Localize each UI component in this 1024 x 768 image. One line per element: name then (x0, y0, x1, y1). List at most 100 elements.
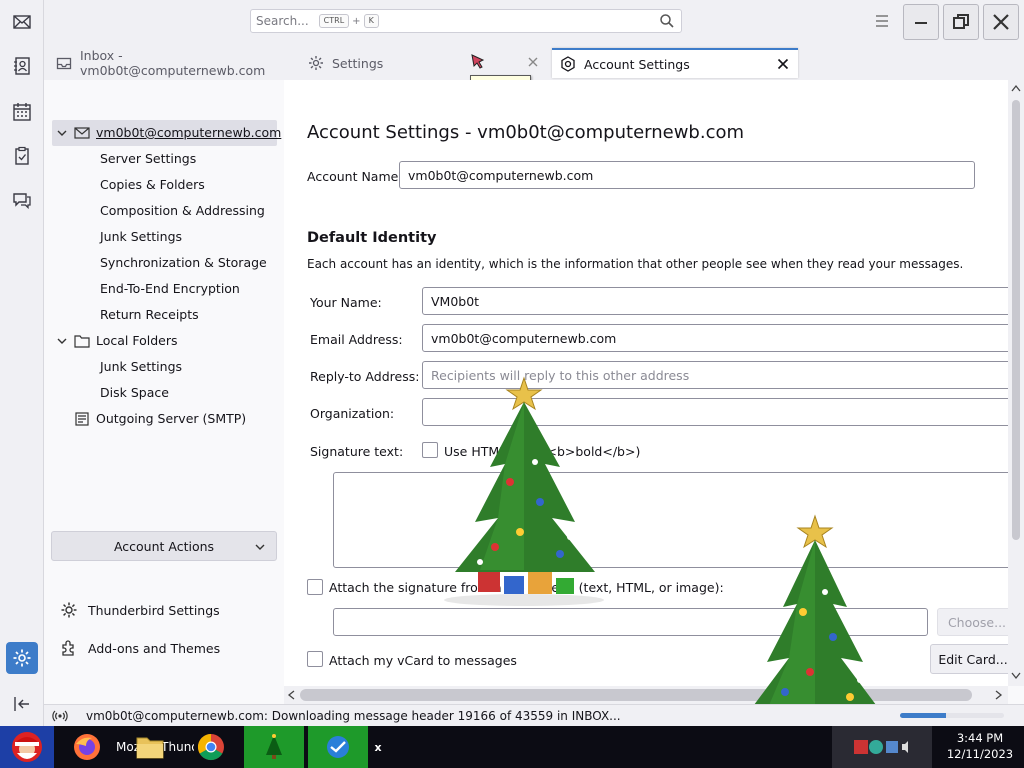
tree-outgoing-server[interactable]: Outgoing Server (SMTP) (96, 407, 246, 431)
mail-app-icon (327, 736, 349, 758)
mail-icon[interactable] (6, 6, 38, 38)
account-name-input[interactable]: vm0b0t@computernewb.com (399, 161, 975, 189)
scroll-right-icon[interactable] (995, 690, 1003, 700)
inbox-icon (56, 55, 72, 71)
default-identity-heading: Default Identity (307, 230, 437, 246)
attach-vcard-checkbox[interactable] (307, 651, 323, 667)
tree-item-disk-space[interactable]: Disk Space (100, 381, 169, 405)
tree-local-folders[interactable]: Local Folders (96, 329, 178, 353)
calendar-icon[interactable] (6, 96, 38, 128)
account-actions-button[interactable]: Account Actions (51, 531, 277, 561)
tray-icons[interactable] (852, 736, 912, 758)
vertical-scroll-thumb[interactable] (1012, 100, 1020, 540)
restore-icon (953, 14, 969, 29)
signature-text-label: Signature text: (310, 444, 404, 459)
close-window-button[interactable] (983, 4, 1019, 40)
firefox-icon (74, 734, 100, 760)
account-name-label: Account Name: (307, 169, 403, 184)
tab-label: Account Settings (584, 56, 690, 72)
choose-button[interactable]: Choose... (937, 608, 1008, 636)
tree-item-return-receipts[interactable]: Return Receipts (100, 303, 199, 327)
email-address-label: Email Address: (310, 332, 403, 347)
shortcut-key-ctrl: CTRL (318, 14, 350, 28)
addons-themes-label: Add-ons and Themes (88, 640, 221, 656)
download-progress-bar (900, 713, 1004, 718)
chrome-taskbar-button[interactable] (192, 726, 230, 768)
chrome-icon (197, 733, 224, 761)
gear-icon (61, 602, 77, 618)
shortcut-key-k: K (363, 14, 379, 28)
page-title: Account Settings - vm0b0t@computernewb.c… (307, 122, 745, 143)
edit-card-button[interactable]: Edit Card... (930, 644, 1008, 674)
attach-signature-checkbox[interactable] (307, 579, 323, 595)
folder-icon (74, 335, 90, 348)
app-menu-icon[interactable] (874, 14, 890, 28)
tree-item-sync-storage[interactable]: Synchronization & Storage (100, 251, 267, 275)
thunderbird-settings-label: Thunderbird Settings (88, 602, 220, 618)
chevron-down-icon (255, 544, 265, 550)
messenger-taskbar-button[interactable] (308, 726, 368, 768)
chat-icon[interactable] (6, 184, 38, 216)
santa-start-icon (12, 732, 42, 762)
tree-item-server-settings[interactable]: Server Settings (100, 147, 196, 171)
tree-item-copies-folders[interactable]: Copies & Folders (100, 173, 205, 197)
shortcut-plus: + (352, 15, 361, 27)
addons-themes-link[interactable]: Add-ons and Themes (60, 637, 220, 659)
tree-item-composition[interactable]: Composition & Addressing (100, 199, 265, 223)
your-name-input[interactable]: VM0b0t (422, 287, 1008, 315)
account-actions-label: Account Actions (113, 538, 215, 554)
tab-account-settings[interactable]: Account Settings (552, 48, 798, 78)
pointer-cursor-icon (471, 54, 485, 69)
chevron-down-icon[interactable] (56, 335, 68, 347)
close-mark-text: x (374, 740, 382, 754)
restore-button[interactable] (943, 4, 979, 40)
tree-item-local-junk[interactable]: Junk Settings (100, 355, 182, 379)
clock-time: 3:44 PM (956, 731, 1004, 745)
scroll-left-icon[interactable] (287, 690, 295, 700)
email-address-input[interactable]: vm0b0t@computernewb.com (422, 324, 1008, 352)
organization-label: Organization: (310, 406, 395, 421)
puzzle-icon (62, 640, 74, 656)
outgoing-server-icon (75, 412, 89, 426)
system-tray (832, 726, 932, 768)
start-button[interactable] (0, 726, 54, 768)
mail-account-icon (74, 127, 90, 139)
minimize-button[interactable] (903, 4, 939, 40)
thunderbird-settings-link[interactable]: Thunderbird Settings (60, 599, 220, 621)
title-bar: Search... CTRL + K (44, 0, 1024, 44)
attach-vcard-label: Attach my vCard to messages (329, 653, 517, 668)
tab-label: Settings (332, 55, 384, 71)
scroll-down-icon[interactable] (1011, 672, 1021, 680)
folder-icon (136, 737, 164, 759)
clock-date: 12/11/2023 (946, 747, 1014, 761)
search-icon[interactable] (659, 13, 675, 29)
close-icon (993, 14, 1009, 30)
tree-item-junk-settings[interactable]: Junk Settings (100, 225, 182, 249)
close-tab-icon[interactable] (526, 55, 540, 69)
collapse-spaces-icon[interactable] (6, 688, 38, 720)
chevron-down-icon[interactable] (56, 127, 68, 139)
tab-settings[interactable]: Settings (300, 48, 548, 78)
tasks-icon[interactable] (6, 140, 38, 172)
file-explorer-taskbar-button[interactable] (132, 726, 168, 768)
reply-to-label: Reply-to Address: (310, 369, 420, 384)
settings-gear-icon[interactable] (6, 642, 38, 674)
tab-inbox[interactable]: Inbox - vm0b0t@computernewb.com (48, 48, 300, 78)
tree-item-e2e-encryption[interactable]: End-To-End Encryption (100, 277, 240, 301)
firefox-taskbar-button[interactable] (66, 726, 108, 768)
identity-description: Each account has an identity, which is t… (307, 257, 964, 271)
christmas-tree-decoration (444, 376, 604, 606)
scroll-up-icon[interactable] (1011, 84, 1021, 92)
xmas-tree-taskbar-button[interactable] (244, 726, 304, 768)
account-settings-icon (560, 56, 576, 72)
status-text: vm0b0t@computernewb.com: Downloading mes… (86, 708, 621, 723)
taskbar-close-mark[interactable]: x (368, 726, 388, 768)
status-bar: vm0b0t@computernewb.com: Downloading mes… (44, 704, 1024, 726)
search-input[interactable]: Search... CTRL + K (250, 9, 682, 33)
close-tab-icon[interactable] (776, 57, 790, 71)
online-status-icon[interactable] (52, 709, 68, 723)
vertical-scrollbar[interactable] (1008, 80, 1024, 686)
address-book-icon[interactable] (6, 50, 38, 82)
tree-account[interactable]: vm0b0t@computernewb.com (96, 121, 281, 145)
taskbar-clock[interactable]: 3:44 PM 12/11/2023 (940, 730, 1020, 762)
